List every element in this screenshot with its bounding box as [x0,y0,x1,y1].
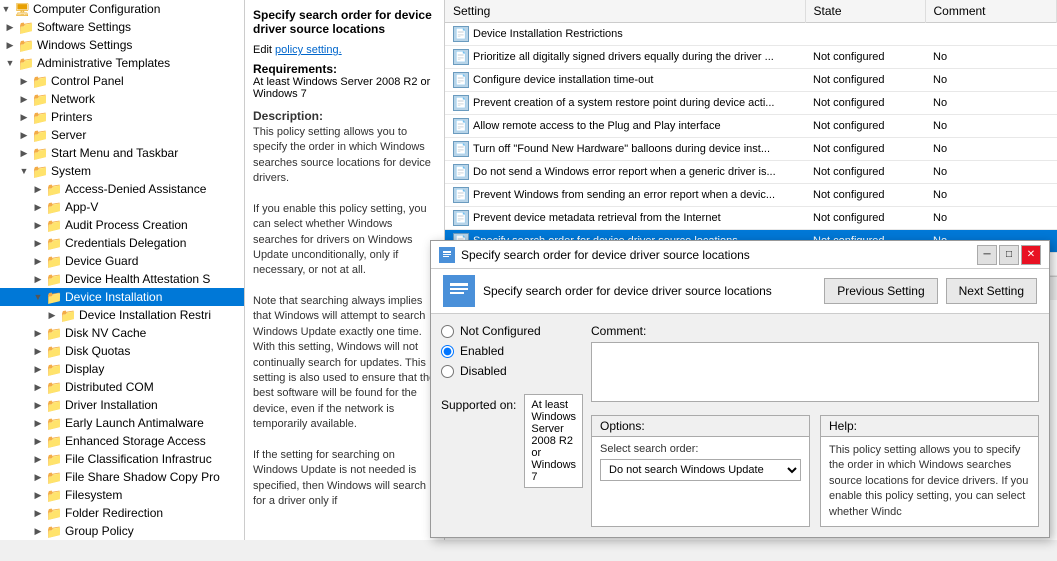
help-header: Help: [821,416,1038,437]
policy-dialog: Specify search order for device driver s… [430,240,1050,538]
dialog-close-button[interactable]: ✕ [1021,245,1041,265]
radio-group: Not Configured Enabled Disabled [441,324,581,378]
radio-not-configured[interactable]: Not Configured [441,324,581,338]
radio-disabled-input[interactable] [441,365,454,378]
select-label: Select search order: [600,443,801,455]
dialog-body: Not Configured Enabled Disabled Supporte… [431,314,1049,537]
dialog-subtitle-text: Specify search order for device driver s… [483,284,772,298]
radio-enabled[interactable]: Enabled [441,344,581,358]
dialog-controls: ─ □ ✕ [977,245,1041,265]
options-help-row: Options: Select search order: Do not sea… [591,415,1039,527]
radio-disabled-label: Disabled [460,364,507,378]
previous-setting-button[interactable]: Previous Setting [824,278,937,304]
dialog-subtitle-icon [443,275,475,307]
dialog-title: Specify search order for device driver s… [461,248,977,262]
radio-enabled-input[interactable] [441,345,454,358]
radio-enabled-label: Enabled [460,344,504,358]
radio-not-configured-input[interactable] [441,325,454,338]
help-panel: Help: This policy setting allows you to … [820,415,1039,527]
comment-label: Comment: [591,324,1039,338]
radio-disabled[interactable]: Disabled [441,364,581,378]
modal-overlay: Specify search order for device driver s… [0,0,1057,561]
dialog-right-column: Comment: Options: Select search order: D… [591,324,1039,527]
supported-box: At least Windows Server 2008 R2 or Windo… [524,394,583,488]
dialog-minimize-button[interactable]: ─ [977,245,997,265]
comment-section: Comment: [591,324,1039,405]
dialog-action-buttons: Previous Setting Next Setting [824,278,1037,304]
options-content: Select search order: Do not search Windo… [592,437,809,487]
options-header: Options: [592,416,809,437]
radio-not-configured-label: Not Configured [460,324,541,338]
help-text: This policy setting allows you to specif… [821,437,1038,526]
dialog-titlebar: Specify search order for device driver s… [431,241,1049,269]
dialog-left-column: Not Configured Enabled Disabled Supporte… [441,324,581,527]
supported-label: Supported on: [441,394,516,412]
dialog-restore-button[interactable]: □ [999,245,1019,265]
comment-textarea[interactable] [591,342,1039,402]
dialog-subtitle-bar: Specify search order for device driver s… [431,269,1049,314]
supported-section: Supported on: At least Windows Server 20… [441,394,581,488]
next-setting-button[interactable]: Next Setting [946,278,1037,304]
dialog-icon [439,247,455,263]
search-order-select[interactable]: Do not search Windows UpdateAlways searc… [600,459,801,481]
options-panel: Options: Select search order: Do not sea… [591,415,810,527]
